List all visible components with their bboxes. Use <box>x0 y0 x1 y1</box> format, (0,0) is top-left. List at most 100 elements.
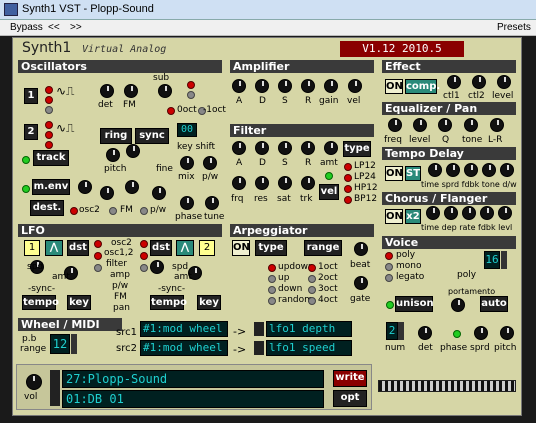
lfo2-tempo-button[interactable]: tempo <box>150 295 187 310</box>
amp-d-knob[interactable] <box>255 79 269 93</box>
presets-menu[interactable]: Presets <box>497 22 531 33</box>
unison-num-display[interactable]: 2 <box>386 322 398 340</box>
dest-fm-led[interactable] <box>109 207 117 215</box>
lfo2-spd-knob[interactable] <box>150 260 164 274</box>
eq-tone-knob[interactable] <box>464 118 478 132</box>
hp12-led[interactable] <box>344 185 352 193</box>
lp24-led[interactable] <box>344 174 352 182</box>
unison-phase-led[interactable] <box>453 330 461 338</box>
unison-num-spinner[interactable] <box>398 322 404 340</box>
amp-vel-knob[interactable] <box>348 79 362 93</box>
filter-sat-knob[interactable] <box>278 176 292 190</box>
arp-updown-led[interactable] <box>268 264 276 272</box>
arp-3oct-led[interactable] <box>308 286 316 294</box>
lfo1-key-button[interactable]: key <box>67 295 91 310</box>
chorus-depth-knob[interactable] <box>444 206 458 220</box>
menv-d-knob[interactable] <box>125 180 139 194</box>
patch-scroll[interactable] <box>50 370 60 406</box>
delay-fdbk-knob[interactable] <box>464 163 478 177</box>
filter-a-knob[interactable] <box>232 141 246 155</box>
arp-range-button[interactable]: range <box>304 240 342 256</box>
lfo1-dest-led[interactable] <box>94 240 102 248</box>
effect-ctl2-knob[interactable] <box>472 75 486 89</box>
filter-frq-knob[interactable] <box>232 176 246 190</box>
chorus-rate-knob[interactable] <box>462 206 476 220</box>
filter-r-knob[interactable] <box>301 141 315 155</box>
delay-dw-knob[interactable] <box>500 163 514 177</box>
filter-type-button[interactable]: type <box>343 141 371 157</box>
mix-knob[interactable] <box>180 156 194 170</box>
chorus-time-knob[interactable] <box>426 206 440 220</box>
menv-a-knob[interactable] <box>100 186 114 200</box>
key-shift-display[interactable]: 00 <box>177 123 197 137</box>
osc1-fm-knob[interactable] <box>124 84 138 98</box>
eq-freq-knob[interactable] <box>388 118 402 132</box>
ring-button[interactable]: ring <box>100 128 132 144</box>
dst1-select[interactable]: lfo1 depth <box>266 321 352 337</box>
lfo1-tempo-button[interactable]: tempo <box>22 295 59 310</box>
pb-range-spinner[interactable] <box>71 334 77 354</box>
delay-sprd-knob[interactable] <box>446 163 460 177</box>
lp12-led[interactable] <box>344 163 352 171</box>
unison-sprd-knob[interactable] <box>474 326 488 340</box>
amp-r-knob[interactable] <box>301 79 315 93</box>
delay-st-button[interactable]: ST <box>405 166 421 181</box>
arp-down-led[interactable] <box>268 286 276 294</box>
sub-wave-led[interactable] <box>187 81 195 89</box>
arp-gate-knob[interactable] <box>354 276 368 290</box>
bank-name-display[interactable]: 01:DB 01 <box>62 390 324 408</box>
effect-type-button[interactable]: comp. <box>405 79 440 94</box>
osc2-wave-led[interactable] <box>45 131 53 139</box>
volume-knob[interactable] <box>26 374 42 390</box>
pb-range-display[interactable]: 12 <box>50 334 70 354</box>
osc2-wave-led[interactable] <box>45 141 53 149</box>
voice-legato-led[interactable] <box>385 274 393 282</box>
portamento-knob[interactable] <box>451 298 465 312</box>
track-led[interactable] <box>22 156 30 164</box>
arp-2oct-led[interactable] <box>308 275 316 283</box>
voice-poly-led[interactable] <box>385 252 393 260</box>
dest-pw-led[interactable] <box>140 207 148 215</box>
voice-mono-led[interactable] <box>385 263 393 271</box>
opt-button[interactable]: opt <box>333 390 367 407</box>
amp-a-knob[interactable] <box>232 79 246 93</box>
unison-led[interactable] <box>386 301 394 309</box>
lfo1-dst-button[interactable]: dst <box>67 240 89 256</box>
menv-amt-knob[interactable] <box>78 180 92 194</box>
eq-level-knob[interactable] <box>413 118 427 132</box>
chorus-x2-button[interactable]: x2 <box>405 209 421 224</box>
osc2-fine-knob[interactable] <box>126 144 140 158</box>
effect-level-knob[interactable] <box>497 75 511 89</box>
osc1-wave-led[interactable] <box>45 96 53 104</box>
filter-s-knob[interactable] <box>278 141 292 155</box>
filter-vel-led[interactable] <box>325 172 333 180</box>
lfo2-dest-led[interactable] <box>140 240 148 248</box>
poly-count-display[interactable]: 16 <box>484 251 500 269</box>
src2-select[interactable]: #1:mod wheel <box>140 340 228 356</box>
patch-name-display[interactable]: 27:Plopp-Sound <box>62 370 324 388</box>
amp-gain-knob[interactable] <box>324 79 338 93</box>
lfo2-dst-button[interactable]: dst <box>150 240 172 256</box>
bp12-led[interactable] <box>344 196 352 204</box>
pw-knob[interactable] <box>203 156 217 170</box>
lfo1-dest-led[interactable] <box>94 252 102 260</box>
lfo2-wave-button[interactable]: ⋀ <box>176 240 194 256</box>
dst2-select[interactable]: lfo1 speed <box>266 340 352 356</box>
keyboard-strip[interactable] <box>378 380 516 392</box>
sub-0oct-led[interactable] <box>167 107 175 115</box>
eq-lr-knob[interactable] <box>490 118 504 132</box>
track-button[interactable]: track <box>33 150 69 166</box>
delay-time-knob[interactable] <box>428 163 442 177</box>
filter-trk-knob[interactable] <box>301 176 315 190</box>
dst1-spinner[interactable] <box>254 322 264 336</box>
arp-random-led[interactable] <box>268 297 276 305</box>
osc2-wave-led[interactable] <box>45 121 53 129</box>
osc1-det-knob[interactable] <box>100 84 114 98</box>
phase-knob[interactable] <box>180 196 194 210</box>
osc1-wave-led[interactable] <box>45 86 53 94</box>
arp-type-button[interactable]: type <box>255 240 287 256</box>
unison-button[interactable]: unison <box>395 296 434 312</box>
delay-tone-knob[interactable] <box>482 163 496 177</box>
dest-button[interactable]: dest. <box>30 200 64 216</box>
auto-button[interactable]: auto <box>480 296 508 312</box>
